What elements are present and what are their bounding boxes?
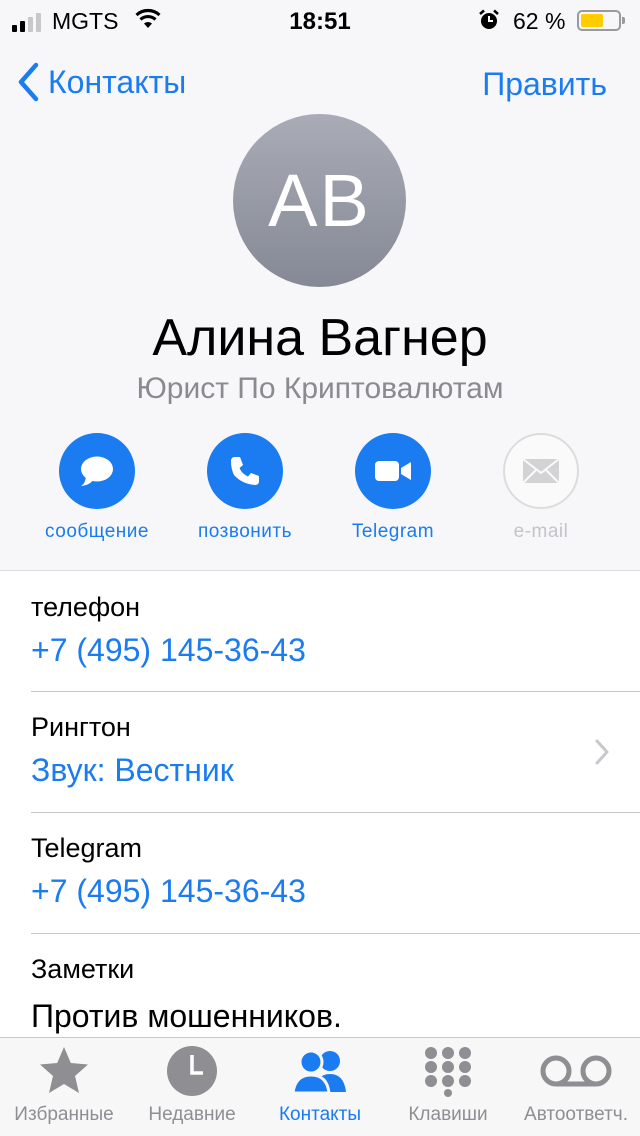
tab-voicemail-label: Автоответч.: [524, 1104, 628, 1125]
notes-field-value[interactable]: Против мошенников.: [31, 998, 342, 1035]
tab-keypad[interactable]: Клавиши: [384, 1038, 512, 1136]
back-button-label: Контакты: [48, 63, 187, 100]
message-action-label: сообщение: [45, 521, 149, 542]
message-action-button[interactable]: сообщение: [22, 433, 172, 543]
status-bar: MGTS 18:51 62 %: [0, 0, 640, 40]
battery-icon: [577, 10, 625, 31]
tab-contacts[interactable]: Контакты: [256, 1038, 384, 1136]
contact-name: Алина Вагнер: [152, 309, 488, 367]
phone-field-value[interactable]: +7 (495) 145-36-43: [31, 632, 306, 669]
message-icon: [59, 433, 135, 509]
phone-field-title: телефон: [31, 592, 141, 622]
telegram-action-button[interactable]: Telegram: [318, 433, 468, 543]
back-button[interactable]: Контакты: [16, 62, 186, 102]
edit-button[interactable]: Править: [482, 66, 607, 103]
avatar: AB: [233, 114, 406, 287]
notes-field-title: Заметки: [31, 954, 135, 984]
contact-job-title: Юрист По Криптовалютам: [136, 372, 504, 405]
ringtone-field-title: Рингтон: [31, 712, 131, 742]
tab-favorites[interactable]: Избранные: [0, 1038, 128, 1136]
telegram-field-row[interactable]: Telegram +7 (495) 145-36-43: [0, 813, 640, 933]
ringtone-field-row[interactable]: Рингтон Звук: Вестник: [0, 692, 640, 812]
telegram-action-label: Telegram: [351, 521, 435, 542]
email-action-button[interactable]: e-mail: [466, 433, 616, 543]
tab-bar: Избранные Недавние Контакты Клавиши Авто…: [0, 1037, 640, 1136]
clock-icon: [128, 1038, 256, 1104]
battery-percent: 62 %: [513, 8, 566, 34]
mail-icon: [503, 433, 579, 509]
voicemail-icon: [512, 1038, 640, 1104]
chevron-right-icon: [595, 739, 609, 765]
chevron-left-icon: [18, 62, 39, 102]
battery-level-fill: [581, 14, 603, 27]
keypad-icon: [384, 1038, 512, 1104]
notes-field-row[interactable]: Заметки Против мошенников.: [0, 934, 640, 1037]
tab-voicemail[interactable]: Автоответч.: [512, 1038, 640, 1136]
phone-icon: [207, 433, 283, 509]
contacts-icon: [256, 1038, 384, 1104]
phone-field-row[interactable]: телефон +7 (495) 145-36-43: [0, 572, 640, 692]
telegram-field-title: Telegram: [31, 833, 143, 863]
alarm-icon: [478, 9, 500, 38]
email-action-label: e-mail: [513, 521, 569, 542]
call-action-label: позвонить: [197, 521, 292, 542]
tab-contacts-label: Контакты: [278, 1104, 362, 1125]
star-icon: [0, 1038, 128, 1104]
tab-recents-label: Недавние: [148, 1104, 236, 1125]
tab-recents[interactable]: Недавние: [128, 1038, 256, 1136]
telegram-field-value[interactable]: +7 (495) 145-36-43: [31, 873, 306, 910]
video-icon: [355, 433, 431, 509]
tab-keypad-label: Клавиши: [408, 1104, 488, 1125]
tab-favorites-label: Избранные: [14, 1104, 114, 1125]
call-action-button[interactable]: позвонить: [170, 433, 320, 543]
quick-actions: сообщение позвонить Telegram e-mail: [0, 433, 640, 553]
ringtone-field-value: Звук: Вестник: [31, 752, 234, 788]
